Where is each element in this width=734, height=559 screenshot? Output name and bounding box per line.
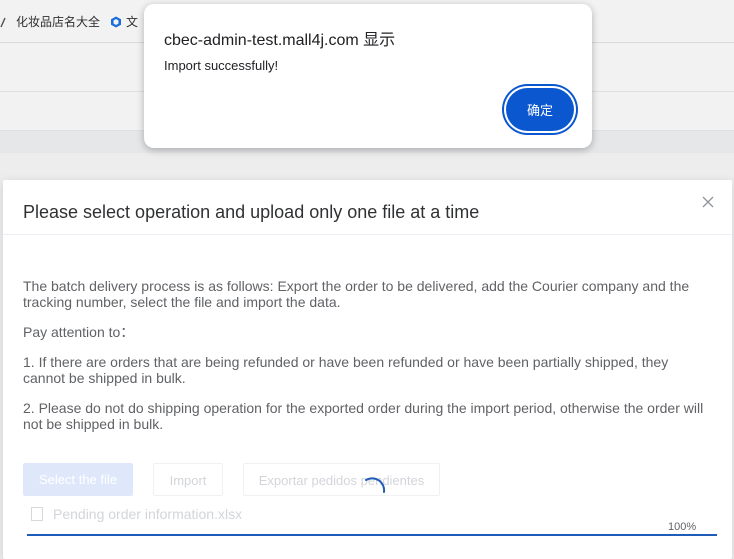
- export-pending-orders-button[interactable]: Exportar pedidos pendientes: [243, 463, 440, 496]
- attention-item-1: 1. If there are orders that are being re…: [23, 354, 669, 386]
- file-name: Pending order information.xlsx: [53, 506, 243, 522]
- upload-progress-bar: [27, 534, 717, 536]
- alert-message: Import successfully!: [164, 58, 279, 73]
- process-description: The batch delivery process is as follows…: [23, 278, 690, 310]
- upload-progress-label: 100%: [668, 521, 697, 533]
- uploaded-file-item[interactable]: Pending order information.xlsx: [31, 506, 242, 522]
- dialog-title: Please select operation and upload only …: [23, 202, 480, 222]
- attention-item-2: 2. Please do not do shipping operation f…: [23, 400, 704, 432]
- browser-alert-dialog: cbec-admin-test.mall4j.com 显示 Import suc…: [144, 4, 592, 148]
- spinner-icon: [358, 476, 388, 506]
- batch-delivery-dialog: Please select operation and upload only …: [3, 180, 732, 559]
- ok-button[interactable]: 确定: [506, 88, 574, 131]
- import-button[interactable]: Import: [153, 463, 223, 496]
- upload-progress-fill: [27, 534, 717, 536]
- document-icon: [31, 507, 43, 521]
- attention-heading: Pay attention to：: [23, 324, 135, 340]
- alert-title: cbec-admin-test.mall4j.com 显示: [164, 32, 396, 49]
- close-icon[interactable]: [700, 194, 716, 210]
- dialog-header: Please select operation and upload only …: [3, 180, 732, 235]
- select-file-button[interactable]: Select the file: [23, 463, 133, 496]
- dialog-body: The batch delivery process is as follows…: [23, 278, 713, 446]
